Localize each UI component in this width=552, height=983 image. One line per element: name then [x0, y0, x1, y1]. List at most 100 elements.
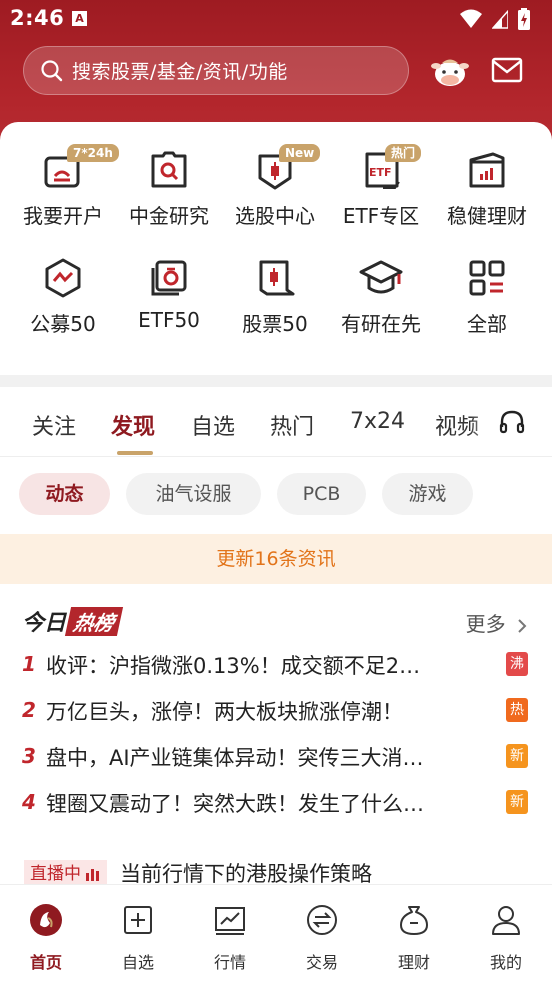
nav-home[interactable]: 首页 — [0, 885, 92, 983]
nav-label: 我的 — [489, 953, 522, 972]
hot-title: 锂圈又震动了！突然大跌！发生了什么… — [46, 792, 424, 816]
all-apps-icon — [469, 260, 505, 296]
more-label: 更多 — [465, 612, 506, 636]
etf50-icon — [151, 260, 187, 296]
shortcut-label: ETF专区 — [342, 204, 420, 228]
chip-games[interactable]: 游戏 — [382, 473, 473, 515]
nav-label: 首页 — [29, 953, 62, 972]
shortcut-open-account[interactable]: 7*24h 我要开户 — [8, 144, 119, 229]
hot-tag-hot: 热 — [506, 698, 528, 722]
tab-scroll-fade — [470, 387, 500, 453]
hot-tag-new: 新 — [506, 790, 528, 814]
hot-tag-new: 新 — [506, 744, 528, 768]
shortcut-public-fund-50[interactable]: 公募50 — [8, 256, 118, 337]
hot-rank: 1 — [22, 652, 36, 676]
hot-rank: 3 — [22, 744, 36, 768]
shortcut-label: 稳健理财 — [447, 204, 527, 228]
nav-label: 交易 — [305, 953, 338, 972]
fund50-icon — [45, 258, 81, 298]
search-bar[interactable]: 搜索股票/基金/资讯/功能 — [23, 46, 409, 95]
update-banner[interactable]: 更新16条资讯 — [0, 534, 552, 584]
shortcut-all[interactable]: 全部 — [432, 256, 542, 337]
tab-discover[interactable]: 发现 — [111, 409, 155, 441]
hot-list-title-b: 热榜 — [64, 606, 124, 636]
tab-watchlist[interactable]: 自选 — [191, 409, 235, 441]
nav-profile[interactable]: 我的 — [460, 885, 552, 983]
add-square-icon — [124, 906, 152, 934]
active-tab-indicator — [117, 451, 153, 455]
nav-label: 理财 — [397, 953, 430, 972]
chip-dynamic[interactable]: 动态 — [19, 473, 110, 515]
shortcut-label: 全部 — [467, 312, 507, 336]
hot-list-title-a: 今日 — [22, 611, 67, 636]
shortcut-badge: 热门 — [385, 144, 422, 162]
shortcut-etf50[interactable]: ETF50 — [114, 256, 224, 332]
message-mail-icon[interactable] — [490, 54, 524, 86]
hot-list-item[interactable]: 3 盘中，AI产业链集体异动！突传三大消… 新 — [0, 738, 552, 778]
feed-tabs: 关注 发现 自选 热门 7x24 视频 — [0, 387, 552, 457]
wifi-icon — [460, 9, 482, 28]
signal-icon — [492, 9, 508, 29]
wealth-icon — [469, 152, 505, 188]
user-profile-icon — [492, 906, 520, 935]
shortcut-stock50[interactable]: 股票50 — [220, 256, 330, 337]
nav-watchlist[interactable]: 自选 — [92, 885, 184, 983]
nav-market[interactable]: 行情 — [184, 885, 276, 983]
shortcut-label: 我要开户 — [23, 204, 103, 228]
shortcut-cicc-research[interactable]: 中金研究 — [114, 148, 224, 229]
nav-trade[interactable]: 交易 — [276, 885, 368, 983]
status-time: 2:46 — [10, 6, 65, 30]
search-placeholder: 搜索股票/基金/资讯/功能 — [72, 61, 288, 83]
tab-7x24[interactable]: 7x24 — [350, 409, 405, 434]
status-bar: 2:46 A — [0, 0, 552, 38]
chip-oil-gas[interactable]: 油气设服 — [126, 473, 261, 515]
shortcut-label: ETF50 — [138, 308, 200, 332]
money-bag-icon — [400, 906, 428, 935]
shortcut-research-first[interactable]: 有研在先 — [326, 256, 436, 337]
hot-list-more-button[interactable]: 更多 — [466, 608, 528, 637]
hot-list-logo: 今日 热榜 — [22, 606, 124, 636]
shortcut-stable-wealth[interactable]: 稳健理财 — [432, 148, 542, 229]
hot-tag-boiling: 沸 — [506, 652, 528, 676]
hot-rank: 2 — [22, 698, 36, 722]
shortcut-label: 公募50 — [30, 312, 96, 336]
stock50-icon — [259, 260, 295, 296]
mascot-cow-icon[interactable] — [430, 54, 470, 88]
hot-title: 万亿巨头，涨停！两大板块掀涨停潮！ — [46, 700, 403, 724]
shortcut-label: 选股中心 — [235, 204, 315, 228]
shortcut-label: 中金研究 — [129, 204, 209, 228]
svg-text:ETF: ETF — [369, 166, 392, 179]
shortcut-label: 有研在先 — [341, 312, 421, 336]
hot-title: 盘中，AI产业链集体异动！突传三大消… — [46, 746, 424, 770]
tab-follow[interactable]: 关注 — [32, 409, 76, 441]
hot-title: 收评：沪指微涨0.13%！成交额不足2… — [46, 654, 421, 678]
shortcut-badge: 7*24h — [67, 144, 119, 162]
live-bars-icon — [86, 869, 99, 881]
chevron-right-icon — [518, 618, 527, 633]
tab-hot[interactable]: 热门 — [270, 409, 314, 441]
hot-list-item[interactable]: 1 收评：沪指微涨0.13%！成交额不足2… 沸 — [0, 646, 552, 686]
research-icon — [151, 151, 187, 188]
bottom-nav: 首页 自选 行情 交易 理财 我的 — [0, 884, 552, 983]
shortcut-stock-picker[interactable]: New 选股中心 — [220, 144, 330, 229]
market-chart-icon — [215, 907, 245, 935]
headphones-icon[interactable] — [499, 409, 525, 435]
home-logo-icon — [30, 904, 62, 936]
notification-app-icon: A — [72, 11, 87, 26]
section-divider — [0, 375, 552, 387]
hot-list-item[interactable]: 4 锂圈又震动了！突然大跌！发生了什么… 新 — [0, 784, 552, 824]
nav-wealth[interactable]: 理财 — [368, 885, 460, 983]
trade-exchange-icon — [307, 905, 337, 935]
chip-pcb[interactable]: PCB — [277, 473, 366, 515]
shortcut-label: 股票50 — [242, 312, 308, 336]
hot-rank: 4 — [22, 790, 36, 814]
hot-list-section: 今日 热榜 更多 1 收评：沪指微涨0.13%！成交额不足2… 沸 2 万亿巨头… — [0, 584, 552, 884]
graduation-icon — [359, 260, 403, 294]
search-icon — [41, 59, 63, 81]
shortcut-badge: New — [279, 144, 321, 162]
hot-list-item[interactable]: 2 万亿巨头，涨停！两大板块掀涨停潮！ 热 — [0, 692, 552, 732]
nav-label: 行情 — [213, 953, 246, 972]
shortcut-etf-zone[interactable]: ETF 热门 ETF专区 — [326, 144, 436, 229]
nav-label: 自选 — [121, 953, 154, 972]
topic-chips: 动态 油气设服 PCB 游戏 — [0, 457, 552, 534]
